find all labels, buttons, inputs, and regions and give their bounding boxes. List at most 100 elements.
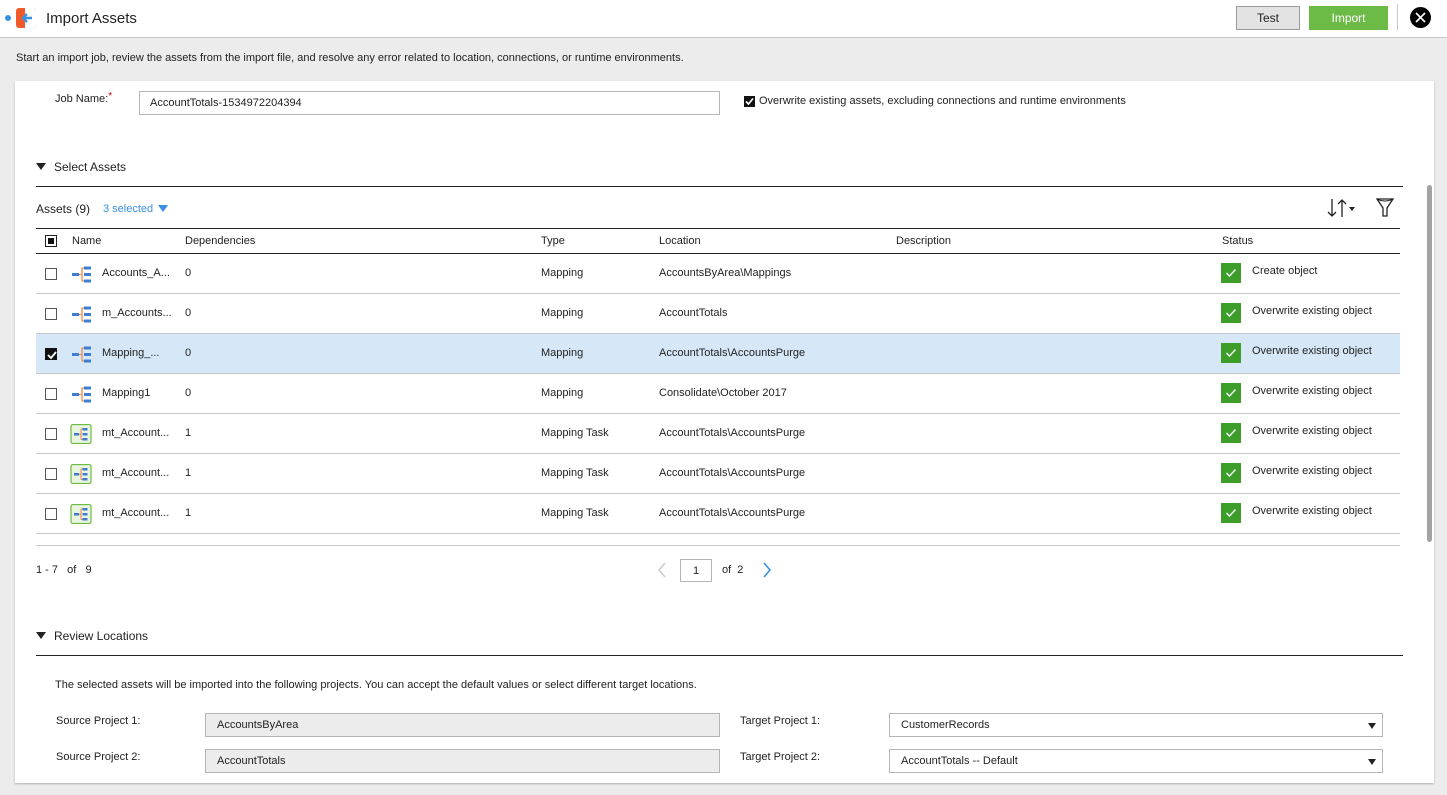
status-ok-icon: [1221, 343, 1241, 363]
row-checkbox[interactable]: [45, 268, 57, 280]
row-checkbox[interactable]: [45, 468, 57, 480]
row-checkbox[interactable]: [45, 388, 57, 400]
select-all-checkbox[interactable]: [45, 235, 57, 247]
asset-location: AccountsByArea\Mappings: [659, 267, 792, 279]
asset-dependencies[interactable]: 0: [185, 307, 191, 319]
column-header-location[interactable]: Location: [659, 235, 701, 247]
asset-location: AccountTotals: [659, 307, 728, 319]
asset-status[interactable]: Overwrite existing object: [1252, 305, 1372, 317]
column-header-description[interactable]: Description: [896, 235, 951, 247]
required-mark: *: [108, 91, 113, 102]
asset-type: Mapping Task: [541, 427, 609, 439]
filter-icon: [1375, 198, 1395, 217]
review-locations-title: Review Locations: [54, 629, 149, 643]
select-assets-toggle[interactable]: Select Assets: [36, 160, 126, 174]
table-row[interactable]: Mapping_... 0 Mapping AccountTotals\Account…: [36, 334, 1400, 374]
checkmark-icon: [1226, 509, 1237, 518]
asset-location: AccountTotals\AccountsPurge: [659, 427, 806, 439]
asset-status[interactable]: Overwrite existing object: [1252, 345, 1372, 357]
asset-type: Mapping: [541, 387, 584, 399]
filter-button[interactable]: [1374, 196, 1396, 220]
target-project-1-value: CustomerRecords: [901, 719, 990, 731]
table-row[interactable]: Accounts_A... 0 Mapping AccountsByArea\Mapp…: [36, 254, 1400, 294]
asset-dependencies[interactable]: 0: [185, 267, 191, 279]
row-checkbox[interactable]: [45, 508, 57, 520]
row-checkbox[interactable]: [45, 428, 57, 440]
asset-name[interactable]: m_Accounts...: [102, 307, 172, 319]
close-button[interactable]: [1410, 7, 1431, 28]
job-name-input[interactable]: [139, 91, 720, 115]
dropdown-caret-icon: [1368, 723, 1376, 729]
chevron-right-icon: [763, 562, 772, 578]
mapping-icon: [70, 344, 92, 364]
job-name-label: Job Name:*: [55, 91, 113, 105]
selected-label: 3 selected: [103, 203, 154, 215]
assets-table: Name Dependencies Type Location Descript…: [36, 228, 1400, 534]
checkmark-icon: [1226, 389, 1237, 398]
asset-dependencies[interactable]: 0: [185, 387, 191, 399]
checkmark-icon: [1226, 309, 1237, 318]
next-page-button[interactable]: [760, 561, 774, 579]
scrollbar-thumb[interactable]: [1427, 185, 1432, 542]
column-header-dependencies[interactable]: Dependencies: [185, 235, 255, 247]
asset-name[interactable]: mt_Account...: [102, 467, 169, 479]
status-ok-icon: [1221, 303, 1241, 323]
target-project-2-select[interactable]: AccountTotals -- Default: [889, 749, 1383, 773]
source-project-1-field: AccountsByArea: [205, 713, 720, 737]
section-divider: [36, 186, 1403, 187]
mapping-task-icon: [70, 463, 92, 485]
overwrite-label: Overwrite existing assets, excluding con…: [759, 95, 1126, 107]
asset-status[interactable]: Overwrite existing object: [1252, 465, 1372, 477]
checkmark-icon: [1226, 269, 1237, 278]
mapping-icon: [70, 384, 92, 404]
asset-status[interactable]: Overwrite existing object: [1252, 505, 1372, 517]
row-checkbox[interactable]: [45, 308, 57, 320]
prev-page-button[interactable]: [655, 561, 669, 579]
asset-name[interactable]: Mapping_...: [102, 347, 159, 359]
table-row[interactable]: Mapping1 0 Mapping Consolidate\October 2017…: [36, 374, 1400, 414]
asset-type: Mapping: [541, 347, 584, 359]
selected-dropdown[interactable]: 3 selected: [103, 203, 169, 215]
target-project-1-select[interactable]: CustomerRecords: [889, 713, 1383, 737]
asset-name[interactable]: Accounts_A...: [102, 267, 170, 279]
asset-name[interactable]: Mapping1: [102, 387, 150, 399]
asset-name[interactable]: mt_Account...: [102, 427, 169, 439]
table-row[interactable]: mt_Account... 1 Mapping Task AccountTotals\…: [36, 454, 1400, 494]
asset-type: Mapping: [541, 307, 584, 319]
asset-dependencies[interactable]: 0: [185, 347, 191, 359]
page-number-input[interactable]: [680, 559, 712, 582]
asset-type: Mapping: [541, 267, 584, 279]
table-row[interactable]: mt_Account... 1 Mapping Task AccountTotals\…: [36, 414, 1400, 454]
checkmark-icon: [1226, 469, 1237, 478]
asset-dependencies[interactable]: 1: [185, 507, 191, 519]
section-divider: [36, 655, 1403, 656]
sort-button[interactable]: [1326, 196, 1360, 220]
asset-dependencies[interactable]: 1: [185, 427, 191, 439]
column-header-type[interactable]: Type: [541, 235, 565, 247]
chevron-down-icon: [158, 205, 169, 212]
mapping-task-icon: [70, 503, 92, 525]
column-header-status[interactable]: Status: [1222, 235, 1253, 247]
import-button[interactable]: Import: [1309, 6, 1388, 30]
asset-status[interactable]: Create object: [1252, 265, 1317, 277]
review-locations-toggle[interactable]: Review Locations: [36, 629, 148, 643]
table-header: Name Dependencies Type Location Descript…: [36, 228, 1400, 254]
import-panel: Job Name:* Overwrite existing assets, ex…: [15, 81, 1434, 783]
asset-dependencies[interactable]: 1: [185, 467, 191, 479]
review-description: The selected assets will be imported int…: [55, 679, 697, 691]
dropdown-caret-icon: [1368, 759, 1376, 765]
chevron-left-icon: [658, 562, 666, 578]
table-row[interactable]: mt_Account... 1 Mapping Task AccountTotals\…: [36, 494, 1400, 534]
assets-count: Assets (9): [36, 202, 91, 216]
checkmark-icon: [1226, 429, 1237, 438]
asset-status[interactable]: Overwrite existing object: [1252, 425, 1372, 437]
row-checkbox[interactable]: [45, 348, 57, 360]
sort-icon: [1327, 199, 1355, 217]
asset-status[interactable]: Overwrite existing object: [1252, 385, 1372, 397]
table-row[interactable]: m_Accounts... 0 Mapping AccountTotals Overwr…: [36, 294, 1400, 334]
source-project-2-field: AccountTotals: [205, 749, 720, 773]
column-header-name[interactable]: Name: [72, 235, 101, 247]
test-button[interactable]: Test: [1236, 6, 1300, 30]
overwrite-checkbox[interactable]: [744, 96, 755, 107]
asset-name[interactable]: mt_Account...: [102, 507, 169, 519]
